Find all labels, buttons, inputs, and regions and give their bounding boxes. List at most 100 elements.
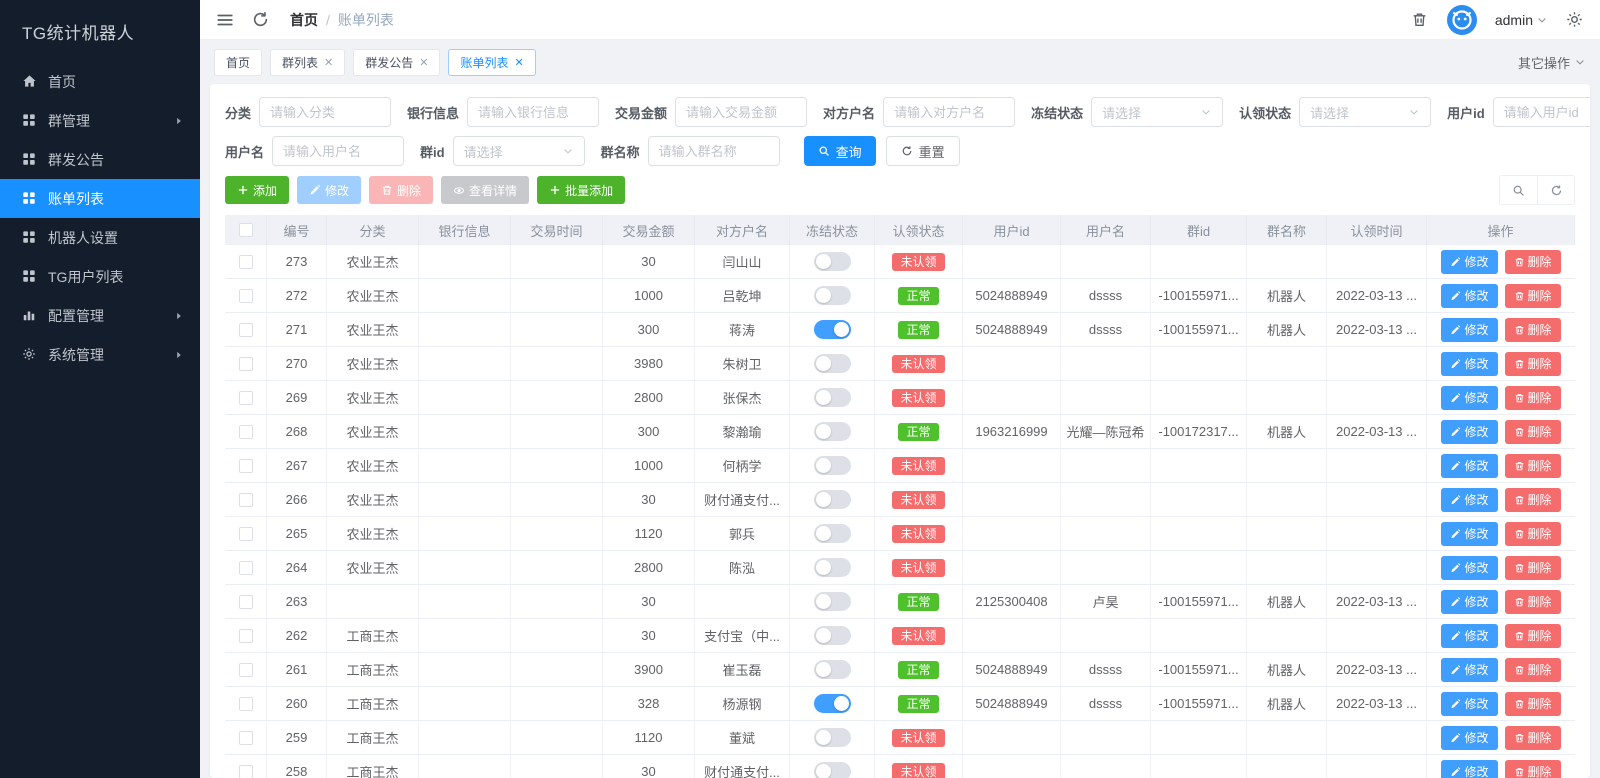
filter-frozen-status-select[interactable]: 请选择 [1091,97,1224,127]
row-edit-button[interactable]: 修改 [1441,759,1498,778]
hamburger-icon[interactable] [216,11,234,29]
filter-counterparty-input[interactable] [883,97,1016,127]
filter-category-input[interactable] [259,97,392,127]
reset-button[interactable]: 重置 [885,136,960,166]
sidebar-item-system-manage[interactable]: 系统管理 [0,335,200,374]
row-checkbox[interactable] [238,594,253,609]
row-checkbox[interactable] [238,560,253,575]
close-icon[interactable]: ✕ [515,56,524,69]
row-delete-button[interactable]: 删除 [1504,691,1561,716]
row-delete-button[interactable]: 删除 [1504,623,1561,648]
frozen-toggle[interactable] [813,252,851,271]
row-delete-button[interactable]: 删除 [1504,657,1561,682]
row-edit-button[interactable]: 修改 [1441,487,1498,512]
frozen-toggle[interactable] [813,592,851,611]
row-checkbox[interactable] [238,356,253,371]
more-operations-dropdown[interactable]: 其它操作 [1518,53,1586,72]
row-edit-button[interactable]: 修改 [1441,657,1498,682]
row-checkbox[interactable] [238,288,253,303]
row-delete-button[interactable]: 删除 [1504,419,1561,444]
frozen-toggle[interactable] [813,354,851,373]
filter-group-id-select[interactable]: 请选择 [452,136,585,166]
row-delete-button[interactable]: 删除 [1504,555,1561,580]
row-edit-button[interactable]: 修改 [1441,317,1498,342]
filter-bank-info-input[interactable] [467,97,600,127]
row-checkbox[interactable] [238,492,253,507]
filter-claim-status-select[interactable]: 请选择 [1299,97,1432,127]
refresh-icon[interactable] [252,11,270,29]
sidebar-item-config-manage[interactable]: 配置管理 [0,296,200,335]
query-button[interactable]: 查询 [803,136,876,166]
row-checkbox[interactable] [238,390,253,405]
row-edit-button[interactable]: 修改 [1441,453,1498,478]
add-button[interactable]: 添加 [225,176,290,204]
sidebar-item-home[interactable]: 首页 [0,62,200,101]
search-icon[interactable] [1500,176,1537,204]
frozen-toggle[interactable] [813,524,851,543]
row-edit-button[interactable]: 修改 [1441,725,1498,750]
frozen-toggle[interactable] [813,286,851,305]
row-delete-button[interactable]: 删除 [1504,351,1561,376]
edit-button[interactable]: 修改 [297,176,362,204]
row-delete-button[interactable]: 删除 [1504,725,1561,750]
frozen-toggle[interactable] [813,762,851,778]
tab-群列表[interactable]: 群列表 ✕ [270,48,346,76]
row-delete-button[interactable]: 删除 [1504,453,1561,478]
refresh-table-icon[interactable] [1537,176,1574,204]
frozen-toggle[interactable] [813,320,851,339]
row-checkbox[interactable] [238,730,253,745]
row-edit-button[interactable]: 修改 [1441,691,1498,716]
filter-group-name-input[interactable] [647,136,780,166]
frozen-toggle[interactable] [813,456,851,475]
tab-首页[interactable]: 首页 [214,48,263,76]
row-delete-button[interactable]: 删除 [1504,317,1561,342]
frozen-toggle[interactable] [813,558,851,577]
row-checkbox[interactable] [238,254,253,269]
row-edit-button[interactable]: 修改 [1441,589,1498,614]
breadcrumb-home[interactable]: 首页 [290,10,318,30]
row-checkbox[interactable] [238,628,253,643]
sidebar-item-group-manage[interactable]: 群管理 [0,101,200,140]
row-edit-button[interactable]: 修改 [1441,623,1498,648]
frozen-toggle[interactable] [813,626,851,645]
filter-user-name-input[interactable] [272,136,405,166]
sidebar-item-bill-list[interactable]: 账单列表 [0,179,200,218]
row-delete-button[interactable]: 删除 [1504,249,1561,274]
row-edit-button[interactable]: 修改 [1441,555,1498,580]
frozen-toggle[interactable] [813,388,851,407]
gear-icon[interactable] [1566,11,1584,29]
row-checkbox[interactable] [238,424,253,439]
sidebar-item-group-announce[interactable]: 群发公告 [0,140,200,179]
sidebar-item-robot-settings[interactable]: 机器人设置 [0,218,200,257]
row-checkbox[interactable] [238,322,253,337]
select-all-checkbox[interactable] [238,223,253,237]
close-icon[interactable]: ✕ [419,56,428,69]
row-edit-button[interactable]: 修改 [1441,249,1498,274]
filter-trade-amount-input[interactable] [675,97,808,127]
row-checkbox[interactable] [238,662,253,677]
row-checkbox[interactable] [238,458,253,473]
batch-add-button[interactable]: 批量添加 [537,176,626,204]
frozen-toggle[interactable] [813,490,851,509]
row-delete-button[interactable]: 删除 [1504,385,1561,410]
frozen-toggle[interactable] [813,694,851,713]
row-delete-button[interactable]: 删除 [1504,589,1561,614]
row-delete-button[interactable]: 删除 [1504,283,1561,308]
user-menu[interactable]: admin [1495,12,1548,28]
row-edit-button[interactable]: 修改 [1441,351,1498,376]
row-delete-button[interactable]: 删除 [1504,759,1561,778]
frozen-toggle[interactable] [813,660,851,679]
frozen-toggle[interactable] [813,728,851,747]
row-checkbox[interactable] [238,526,253,541]
frozen-toggle[interactable] [813,422,851,441]
row-checkbox[interactable] [238,764,253,778]
row-delete-button[interactable]: 删除 [1504,487,1561,512]
row-edit-button[interactable]: 修改 [1441,283,1498,308]
row-edit-button[interactable]: 修改 [1441,385,1498,410]
tab-群发公告[interactable]: 群发公告 ✕ [353,48,441,76]
close-icon[interactable]: ✕ [324,56,333,69]
filter-user-id-input[interactable] [1492,97,1590,127]
row-edit-button[interactable]: 修改 [1441,419,1498,444]
tab-账单列表[interactable]: 账单列表 ✕ [448,48,536,76]
avatar[interactable] [1446,4,1477,35]
